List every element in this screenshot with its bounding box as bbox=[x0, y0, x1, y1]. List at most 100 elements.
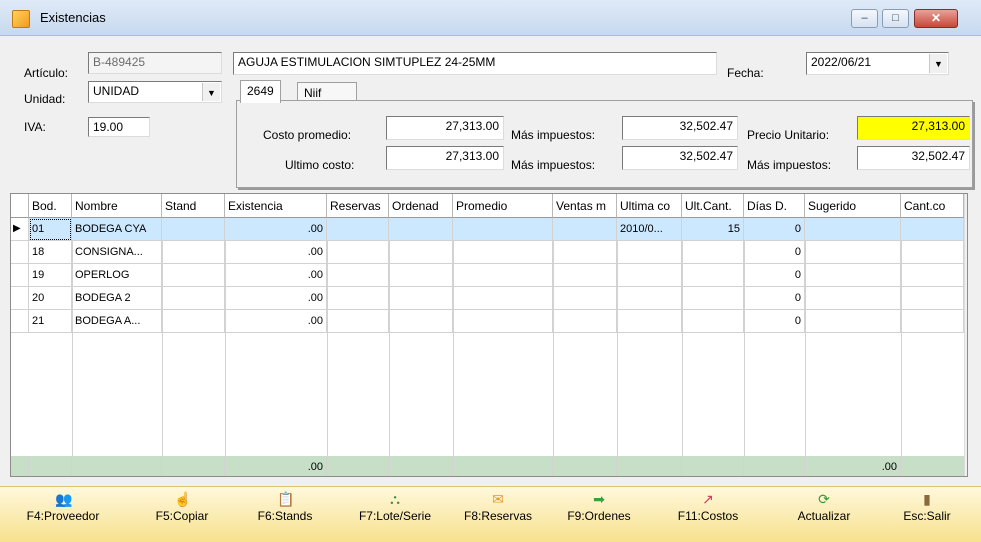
table-cell[interactable]: 0 bbox=[744, 241, 805, 264]
close-button[interactable]: ✕ bbox=[914, 9, 958, 28]
table-row[interactable]: 19 OPERLOG .00 0 bbox=[11, 264, 964, 287]
fecha-dropdown-icon[interactable]: ▼ bbox=[929, 54, 947, 73]
maximize-button[interactable]: □ bbox=[882, 9, 909, 28]
table-cell[interactable] bbox=[453, 287, 553, 310]
table-cell[interactable] bbox=[682, 310, 744, 333]
table-cell[interactable] bbox=[389, 218, 453, 241]
table-cell[interactable]: 01 bbox=[29, 218, 72, 241]
precio-unitario-field[interactable]: 27,313.00 bbox=[857, 116, 970, 140]
table-cell[interactable] bbox=[553, 241, 617, 264]
copiar-button[interactable]: ☝ F5:Copiar bbox=[152, 491, 212, 539]
table-cell[interactable] bbox=[553, 310, 617, 333]
stock-grid[interactable]: Bod. Nombre Stand Existencia Reservas Or… bbox=[10, 193, 968, 477]
col-dias-d[interactable]: Días D. bbox=[744, 194, 805, 218]
table-cell[interactable] bbox=[389, 287, 453, 310]
table-cell[interactable]: BODEGA 2 bbox=[72, 287, 162, 310]
table-cell[interactable]: 18 bbox=[29, 241, 72, 264]
table-cell[interactable]: .00 bbox=[225, 310, 327, 333]
table-cell[interactable] bbox=[453, 241, 553, 264]
table-row[interactable]: 21 BODEGA A... .00 0 bbox=[11, 310, 964, 333]
table-cell[interactable]: .00 bbox=[225, 264, 327, 287]
table-cell[interactable] bbox=[682, 264, 744, 287]
ordenes-button[interactable]: ➡ F9:Ordenes bbox=[560, 491, 638, 539]
col-reservas[interactable]: Reservas bbox=[327, 194, 389, 218]
col-ventas[interactable]: Ventas m bbox=[553, 194, 617, 218]
col-stand[interactable]: Stand bbox=[162, 194, 225, 218]
col-ultima-compra[interactable]: Ultima co bbox=[617, 194, 682, 218]
table-cell[interactable]: 0 bbox=[744, 218, 805, 241]
table-cell[interactable] bbox=[617, 287, 682, 310]
table-cell[interactable]: 21 bbox=[29, 310, 72, 333]
iva-field[interactable]: 19.00 bbox=[88, 117, 150, 137]
table-cell[interactable] bbox=[162, 218, 225, 241]
ultimo-costo-field[interactable]: 27,313.00 bbox=[386, 146, 504, 170]
table-cell[interactable]: BODEGA CYA bbox=[72, 218, 162, 241]
table-cell[interactable] bbox=[805, 241, 901, 264]
table-cell[interactable]: 0 bbox=[744, 287, 805, 310]
table-cell[interactable] bbox=[389, 241, 453, 264]
scroll-up-icon[interactable]: ⌃ bbox=[967, 197, 968, 208]
row-indicator[interactable] bbox=[11, 241, 29, 264]
table-cell[interactable] bbox=[327, 310, 389, 333]
table-cell[interactable] bbox=[389, 310, 453, 333]
unidad-dropdown-icon[interactable]: ▼ bbox=[202, 83, 220, 101]
table-cell[interactable] bbox=[901, 310, 964, 333]
actualizar-button[interactable]: ⟳ Actualizar bbox=[786, 491, 862, 539]
fecha-field[interactable]: 2022/06/21 ▼ bbox=[806, 52, 949, 75]
table-cell[interactable] bbox=[901, 241, 964, 264]
table-cell[interactable] bbox=[327, 241, 389, 264]
table-cell[interactable] bbox=[162, 264, 225, 287]
lote-serie-button[interactable]: ⛬ F7:Lote/Serie bbox=[350, 491, 440, 539]
table-row[interactable]: ▶ 01 BODEGA CYA .00 2010/0... 15 0 bbox=[11, 218, 964, 241]
col-cant-compra[interactable]: Cant.co bbox=[901, 194, 964, 218]
col-sugerido[interactable]: Sugerido bbox=[805, 194, 901, 218]
stands-button[interactable]: 📋 F6:Stands bbox=[248, 491, 322, 539]
table-cell[interactable]: .00 bbox=[225, 287, 327, 310]
table-cell[interactable] bbox=[453, 310, 553, 333]
table-cell[interactable]: 20 bbox=[29, 287, 72, 310]
col-ult-cant[interactable]: Ult.Cant. bbox=[682, 194, 744, 218]
table-cell[interactable]: .00 bbox=[225, 218, 327, 241]
table-cell[interactable] bbox=[553, 218, 617, 241]
articulo-description-field[interactable]: AGUJA ESTIMULACION SIMTUPLEZ 24-25MM bbox=[233, 52, 717, 75]
table-cell[interactable] bbox=[617, 241, 682, 264]
col-existencia[interactable]: Existencia bbox=[225, 194, 327, 218]
table-cell[interactable]: 15 bbox=[682, 218, 744, 241]
grid-scrollbar[interactable]: ⌃ ⌄ bbox=[964, 194, 968, 476]
proveedor-button[interactable]: 👥 F4:Proveedor bbox=[22, 491, 104, 539]
table-cell[interactable] bbox=[682, 241, 744, 264]
mas-impuestos-field-1[interactable]: 32,502.47 bbox=[622, 116, 738, 140]
table-cell[interactable] bbox=[805, 264, 901, 287]
table-cell[interactable] bbox=[453, 264, 553, 287]
table-cell[interactable] bbox=[682, 287, 744, 310]
costo-promedio-field[interactable]: 27,313.00 bbox=[386, 116, 504, 140]
salir-button[interactable]: ▮ Esc:Salir bbox=[894, 491, 960, 539]
table-cell[interactable] bbox=[805, 218, 901, 241]
table-cell[interactable]: .00 bbox=[225, 241, 327, 264]
table-cell[interactable] bbox=[617, 264, 682, 287]
mas-impuestos-field-2[interactable]: 32,502.47 bbox=[622, 146, 738, 170]
mas-impuestos-field-3[interactable]: 32,502.47 bbox=[857, 146, 970, 170]
table-cell[interactable] bbox=[553, 287, 617, 310]
row-indicator[interactable] bbox=[11, 456, 29, 476]
table-cell[interactable] bbox=[162, 241, 225, 264]
row-indicator[interactable]: ▶ bbox=[11, 218, 29, 241]
table-cell[interactable] bbox=[805, 310, 901, 333]
table-cell[interactable]: 0 bbox=[744, 310, 805, 333]
table-cell[interactable] bbox=[162, 287, 225, 310]
costos-button[interactable]: ↗ F11:Costos bbox=[668, 491, 748, 539]
row-indicator[interactable] bbox=[11, 310, 29, 333]
col-promedio[interactable]: Promedio bbox=[453, 194, 553, 218]
row-indicator[interactable] bbox=[11, 264, 29, 287]
table-cell[interactable]: 2010/0... bbox=[617, 218, 682, 241]
table-cell[interactable]: OPERLOG bbox=[72, 264, 162, 287]
table-cell[interactable] bbox=[327, 264, 389, 287]
table-cell[interactable] bbox=[901, 287, 964, 310]
col-bod[interactable]: Bod. bbox=[29, 194, 72, 218]
table-cell[interactable]: CONSIGNA... bbox=[72, 241, 162, 264]
unidad-select[interactable]: UNIDAD ▼ bbox=[88, 81, 222, 103]
minimize-button[interactable]: – bbox=[851, 9, 878, 28]
row-indicator[interactable] bbox=[11, 287, 29, 310]
table-cell[interactable] bbox=[901, 264, 964, 287]
table-cell[interactable] bbox=[453, 218, 553, 241]
